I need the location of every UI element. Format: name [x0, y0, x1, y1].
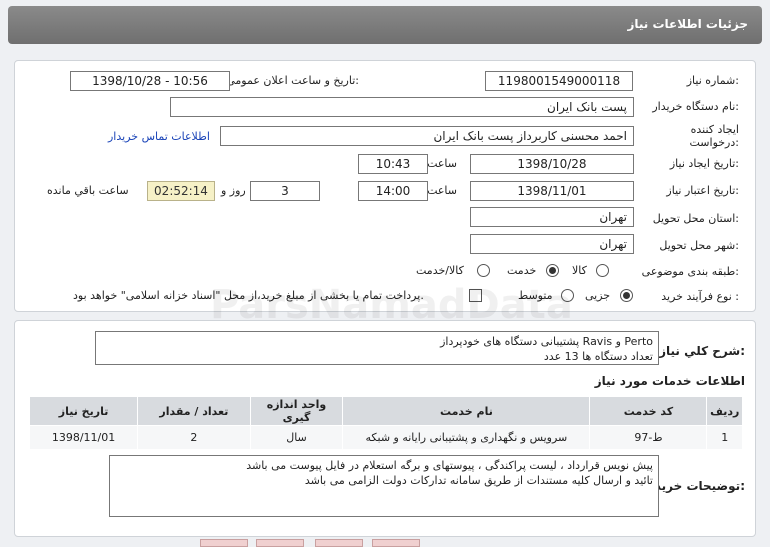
- category-goods-service-label: کالا/خدمت: [416, 264, 464, 277]
- category-goods-radio[interactable]: [596, 264, 609, 277]
- category-goods-label: کالا: [572, 264, 587, 277]
- buyer-notes-line-1: پیش نویس قرارداد ، لیست پراکندگی ، پیوست…: [246, 459, 653, 472]
- buyer-contact-link[interactable]: اطلاعات تماس خریدار: [108, 130, 210, 143]
- process-minor-radio[interactable]: [620, 289, 633, 302]
- page-header: جزئیات اطلاعات نیاز: [8, 6, 762, 44]
- need-number-label: شماره نیاز:: [686, 74, 739, 87]
- need-info-panel: شماره نیاز: 1198001549000118 تاریخ و ساع…: [14, 60, 756, 312]
- process-medium-radio[interactable]: [561, 289, 574, 302]
- bottom-button-3[interactable]: [315, 539, 363, 547]
- days-label: روز و: [221, 184, 246, 197]
- cell-date: 1398/11/01: [28, 425, 139, 450]
- created-label: تاریخ ایجاد نیاز:: [669, 157, 739, 170]
- requester-label: ایجاد کننده درخواست:: [689, 123, 740, 149]
- remaining-label: ساعت باقي مانده: [47, 184, 129, 197]
- col-header-date: تاریخ نیاز: [28, 396, 139, 426]
- services-title: اطلاعات خدمات مورد نیاز: [594, 374, 745, 388]
- buyer-notes-field: پیش نویس قرارداد ، لیست پراکندگی ، پیوست…: [109, 455, 659, 517]
- cell-unit: سال: [249, 425, 344, 450]
- requester-field: احمد محسنی کاربرداز پست بانک ایران: [220, 126, 634, 146]
- category-service-label: خدمت: [507, 264, 537, 277]
- created-time-label: ساعت: [427, 157, 457, 170]
- description-line-2: تعداد دستگاه ها 13 عدد: [543, 350, 653, 363]
- city-label: شهر محل تحویل:: [659, 239, 739, 252]
- col-header-unit: واحد اندازه گیری: [249, 396, 344, 426]
- validity-time-label: ساعت: [427, 184, 457, 197]
- bottom-button-2[interactable]: [256, 539, 304, 547]
- description-label: شرح کلي نياز:: [659, 344, 745, 358]
- cell-service-name: سرویس و نگهداری و پشتیبانی رایانه و شبکه: [342, 425, 591, 450]
- province-field: تهران: [470, 207, 634, 227]
- created-time-field: 10:43: [358, 154, 428, 174]
- category-goods-service-radio[interactable]: [477, 264, 490, 277]
- col-header-service-name: نام خدمت: [342, 396, 591, 426]
- bottom-button-4[interactable]: [372, 539, 420, 547]
- validity-label: تاریخ اعتبار نیاز:: [666, 184, 739, 197]
- announce-label: تاریخ و ساعت اعلان عمومی:: [226, 74, 359, 87]
- created-date-field: 1398/10/28: [470, 154, 634, 174]
- category-label: طبقه بندی موضوعی:: [641, 265, 739, 278]
- city-field: تهران: [470, 234, 634, 254]
- remaining-timer: 02:52:14: [147, 181, 215, 201]
- process-minor-label: جزیی: [585, 289, 611, 302]
- buyer-field: پست بانک ایران: [170, 97, 634, 117]
- buyer-label: نام دستگاه خریدار:: [652, 100, 739, 113]
- bottom-button-1[interactable]: [200, 539, 248, 547]
- description-line-1: پشتیبانی دستگاه های خودپرداز Ravis و Per…: [440, 335, 653, 348]
- buyer-notes-line-2: تائید و ارسال کلیه مستندات از طریق سامان…: [304, 474, 653, 487]
- table-row: 1398/11/01 2 سال سرویس و نگهداری و پشتیب…: [28, 425, 743, 450]
- page-title: جزئیات اطلاعات نیاز: [627, 17, 748, 31]
- col-header-service-code: کد خدمت: [589, 396, 708, 426]
- description-panel: شرح کلي نياز: پشتیبانی دستگاه های خودپرد…: [14, 320, 756, 537]
- cell-row-number: 1: [706, 425, 743, 450]
- description-field: پشتیبانی دستگاه های خودپرداز Ravis و Per…: [95, 331, 659, 365]
- services-table: تاریخ نیاز تعداد / مقدار واحد اندازه گیر…: [28, 396, 743, 450]
- process-label: نوع فرآیند خرید :: [661, 290, 739, 303]
- validity-time-field: 14:00: [358, 181, 428, 201]
- treasury-payment-note: پرداخت تمام یا بخشی از مبلغ خرید،از محل …: [73, 289, 424, 302]
- category-service-radio[interactable]: [546, 264, 559, 277]
- cell-quantity: 2: [137, 425, 251, 450]
- validity-date-field: 1398/11/01: [470, 181, 634, 201]
- cell-service-code: ط-97: [589, 425, 708, 450]
- services-header-row: تاریخ نیاز تعداد / مقدار واحد اندازه گیر…: [28, 396, 743, 426]
- col-header-quantity: تعداد / مقدار: [137, 396, 251, 426]
- need-number-field: 1198001549000118: [485, 71, 633, 91]
- col-header-row: ردیف: [706, 396, 743, 426]
- days-field: 3: [250, 181, 320, 201]
- province-label: استان محل تحویل:: [652, 212, 739, 225]
- treasury-payment-checkbox[interactable]: [469, 289, 482, 302]
- announce-field: 1398/10/28 - 10:56: [70, 71, 230, 91]
- process-medium-label: متوسط: [518, 289, 553, 302]
